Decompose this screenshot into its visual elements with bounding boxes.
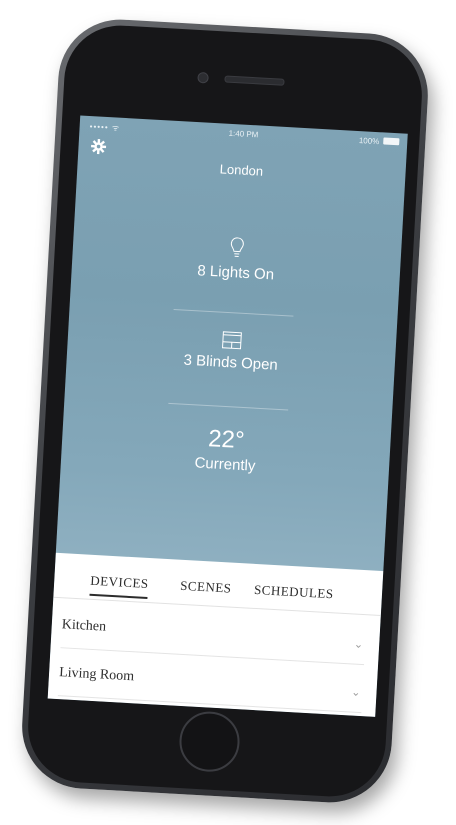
front-camera (197, 71, 209, 84)
lights-summary[interactable]: 8 Lights On (72, 227, 402, 290)
battery-icon (383, 137, 400, 146)
tab-scenes[interactable]: SCENES (180, 578, 232, 597)
blinds-summary[interactable]: 3 Blinds Open (66, 321, 396, 380)
divider (168, 402, 289, 411)
temperature-summary: 22° Currently (61, 417, 391, 482)
location-title: London (219, 161, 264, 179)
tab-devices[interactable]: DEVICES (89, 572, 150, 599)
chevron-down-icon[interactable]: ⌄ (354, 638, 364, 651)
chevron-down-icon[interactable]: ⌄ (351, 685, 361, 698)
earpiece-speaker (224, 75, 285, 86)
status-bar: ••••• ᯤ 1:40 PM 100% (79, 115, 407, 151)
lights-label: 8 Lights On (196, 262, 275, 284)
lightbulb-icon (230, 237, 244, 258)
app-screen: ••••• ᯤ 1:40 PM 100% London 8 Lights On … (47, 115, 408, 717)
blinds-icon (221, 331, 242, 350)
room-label: Living Room (58, 665, 135, 685)
divider (173, 308, 294, 317)
home-button[interactable] (177, 710, 242, 774)
product-image: ••••• ᯤ 1:40 PM 100% London 8 Lights On … (0, 0, 456, 825)
devices-panel: DEVICES SCENES SCHEDULES Kitchen ⌄ Livin… (47, 552, 384, 717)
phone-device: ••••• ᯤ 1:40 PM 100% London 8 Lights On … (18, 16, 432, 806)
phone-face: ••••• ᯤ 1:40 PM 100% London 8 Lights On … (25, 22, 425, 800)
gear-icon[interactable] (90, 138, 107, 155)
blinds-label: 3 Blinds Open (183, 351, 279, 374)
tab-schedules[interactable]: SCHEDULES (254, 582, 334, 602)
room-label: Kitchen (61, 617, 107, 635)
battery-percent: 100% (358, 136, 380, 147)
